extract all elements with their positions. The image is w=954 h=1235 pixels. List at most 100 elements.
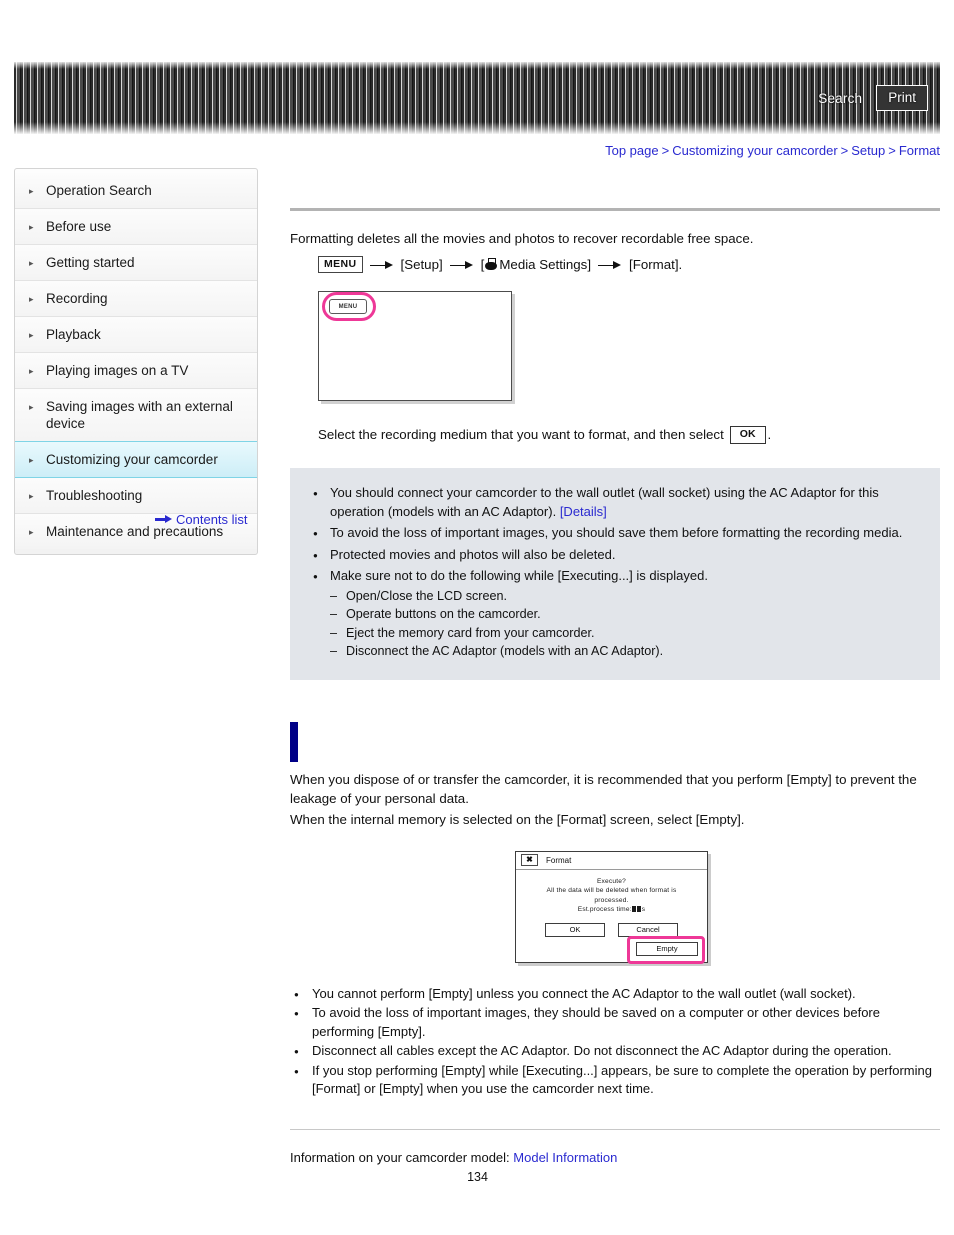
placeholder-block-icon	[637, 906, 642, 912]
sidebar-item-playback[interactable]: ▸ Playback	[15, 317, 257, 353]
sidebar-navigation: ▸ Operation Search ▸ Before use ▸ Gettin…	[14, 168, 258, 555]
dialog-body: Execute? All the data will be deleted wh…	[516, 870, 707, 937]
header-bottom-fade	[14, 122, 940, 134]
sidebar-item-label: Operation Search	[46, 183, 152, 198]
chevron-right-icon: ▸	[29, 294, 34, 304]
page-number: 134	[467, 1169, 488, 1184]
notes-box: You should connect your camcorder to the…	[290, 468, 940, 680]
note-item: Make sure not to do the following while …	[312, 567, 918, 661]
menu-path-step-format: [Format].	[629, 257, 683, 272]
note-subitem: Operate buttons on the camcorder.	[330, 605, 918, 624]
sidebar-item-label: Recording	[46, 291, 108, 306]
menu-path-line: MENU [Setup] [Media Settings] [Format].	[318, 256, 940, 273]
dialog-title-bar: ✖ Format	[516, 852, 707, 870]
format-dialog: ✖ Format Execute? All the data will be d…	[515, 850, 708, 964]
chevron-right-icon: ▸	[29, 258, 34, 268]
sidebar-item-label: Customizing your camcorder	[46, 452, 218, 467]
bottom-note-item: You cannot perform [Empty] unless you co…	[290, 985, 940, 1004]
page-root: Search Print Top page > Customizing your c…	[0, 0, 954, 1235]
sidebar-item-operation-search[interactable]: ▸ Operation Search	[15, 173, 257, 209]
lcd-screen-illustration: MENU	[318, 291, 512, 401]
arrow-right-icon	[369, 259, 394, 271]
bottom-note-item: Disconnect all cables except the AC Adap…	[290, 1042, 940, 1061]
dialog-button-row: OK Cancel	[524, 922, 699, 937]
arrow-right-icon	[598, 259, 622, 271]
breadcrumb-item-setup[interactable]: Setup	[851, 143, 885, 158]
chevron-right-icon: ▸	[29, 455, 34, 465]
section-paragraph-2: When the internal memory is selected on …	[290, 811, 745, 827]
header-actions: Search Print	[818, 85, 928, 111]
contents-list-label: Contents list	[176, 512, 248, 527]
dialog-cancel-button: Cancel	[618, 922, 678, 937]
ok-chip-icon: OK	[729, 425, 766, 444]
sidebar-item-saving-images-external-device[interactable]: ▸ Saving images with an external device	[15, 389, 257, 442]
chevron-right-icon: ▸	[29, 402, 34, 412]
dialog-title-label: Format	[546, 855, 572, 865]
bottom-notes-list: You cannot perform [Empty] unless you co…	[290, 985, 940, 1099]
model-information-label: Information on your camcorder model:	[290, 1149, 510, 1165]
lcd-menu-button: MENU	[329, 299, 367, 314]
sidebar-item-troubleshooting[interactable]: ▸ Troubleshooting	[15, 478, 257, 514]
note-subitem: Eject the memory card from your camcorde…	[330, 624, 918, 643]
sidebar-item-playing-images-on-a-tv[interactable]: ▸ Playing images on a TV	[15, 353, 257, 389]
format-dialog-illustration: ✖ Format Execute? All the data will be d…	[515, 850, 715, 964]
sidebar-item-label: Saving images with an external device	[46, 399, 233, 431]
select-medium-text: Select the recording medium that you wan…	[318, 427, 724, 442]
dialog-line-3: processed.	[594, 896, 629, 904]
dialog-line-4-suffix: s	[641, 906, 646, 913]
chevron-right-icon: ▸	[29, 222, 34, 232]
breadcrumb-item-customizing[interactable]: Customizing your camcorder	[672, 143, 837, 158]
breadcrumb-separator: >	[661, 143, 670, 158]
breadcrumb-item-format[interactable]: Format	[899, 143, 940, 158]
note-subitems-list: Open/Close the LCD screen. Operate butto…	[330, 587, 918, 661]
dialog-empty-button: Empty	[636, 941, 698, 956]
title-divider	[290, 208, 940, 211]
select-medium-instruction: Select the recording medium that you wan…	[318, 425, 940, 444]
bottom-note-item: To avoid the loss of important images, t…	[290, 1004, 940, 1041]
details-link[interactable]: [Details]	[560, 504, 607, 519]
model-information-link[interactable]: Model Information	[513, 1150, 617, 1165]
dialog-line-2: All the data will be deleted when format…	[546, 887, 677, 894]
note-item: To avoid the loss of important images, y…	[312, 524, 918, 543]
arrow-right-icon	[155, 515, 172, 524]
dialog-empty-row: Empty	[636, 941, 698, 956]
model-information-line: Information on your camcorder model: Mod…	[290, 1150, 940, 1165]
note-subitem: Open/Close the LCD screen.	[330, 587, 918, 606]
sidebar-item-customizing-your-camcorder[interactable]: ▸ Customizing your camcorder	[15, 441, 257, 478]
placeholder-block-icon	[632, 906, 637, 912]
note-item: Protected movies and photos will also be…	[312, 546, 918, 565]
arrow-right-icon	[449, 259, 474, 271]
page-title	[290, 168, 940, 208]
sidebar-item-recording[interactable]: ▸ Recording	[15, 281, 257, 317]
footer-divider	[290, 1128, 940, 1130]
sidebar-item-label: Before use	[46, 219, 112, 234]
bottom-note-item: If you stop performing [Empty] while [Ex…	[290, 1062, 940, 1099]
intro-paragraph: Formatting deletes all the movies and ph…	[290, 231, 754, 246]
sidebar-item-before-use[interactable]: ▸ Before use	[15, 209, 257, 245]
notes-list: You should connect your camcorder to the…	[312, 484, 918, 661]
note-subitem: Disconnect the AC Adaptor (models with a…	[330, 642, 918, 661]
chevron-right-icon: ▸	[29, 527, 34, 537]
sidebar-item-getting-started[interactable]: ▸ Getting started	[15, 245, 257, 281]
breadcrumb: Top page > Customizing your camcorder > Setu…	[605, 143, 940, 158]
section-marker-bar	[290, 721, 298, 762]
search-link[interactable]: Search	[818, 91, 862, 106]
chevron-right-icon: ▸	[29, 366, 34, 376]
print-button[interactable]: Print	[876, 85, 928, 111]
menu-chip-icon: MENU	[318, 256, 363, 273]
breadcrumb-separator: >	[840, 143, 849, 158]
contents-list-link[interactable]: Contents list	[155, 512, 248, 527]
breadcrumb-item-top-page[interactable]: Top page	[605, 143, 659, 158]
sidebar-item-label: Getting started	[46, 255, 135, 270]
note-item: You should connect your camcorder to the…	[312, 484, 918, 521]
main-content: Formatting deletes all the movies and ph…	[290, 168, 940, 1184]
dialog-line-4-prefix: Est.process time:	[577, 906, 632, 913]
sidebar-item-label: Playback	[46, 327, 101, 342]
chevron-right-icon: ▸	[29, 186, 34, 196]
dialog-line-1: Execute?	[596, 877, 627, 885]
section-paragraph-1: When you dispose of or transfer the camc…	[290, 771, 917, 806]
breadcrumb-separator: >	[888, 143, 896, 158]
media-settings-icon	[484, 258, 498, 271]
menu-path-step-setup: [Setup]	[400, 257, 443, 272]
header-top-fade	[14, 62, 940, 69]
